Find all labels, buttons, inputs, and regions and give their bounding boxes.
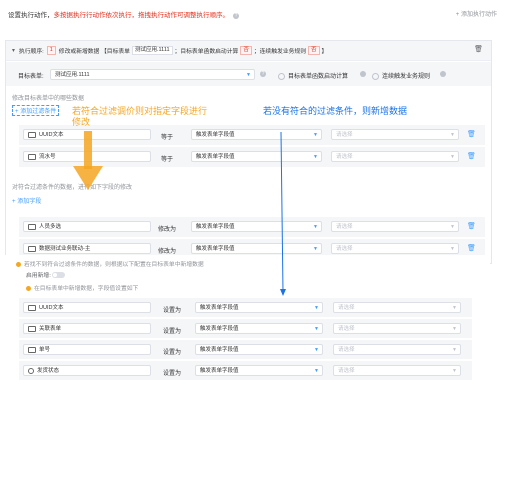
annotation-blue-arrow	[280, 131, 286, 296]
annotation-orange-arrow	[73, 131, 103, 190]
annotation-arrows	[73, 131, 286, 296]
